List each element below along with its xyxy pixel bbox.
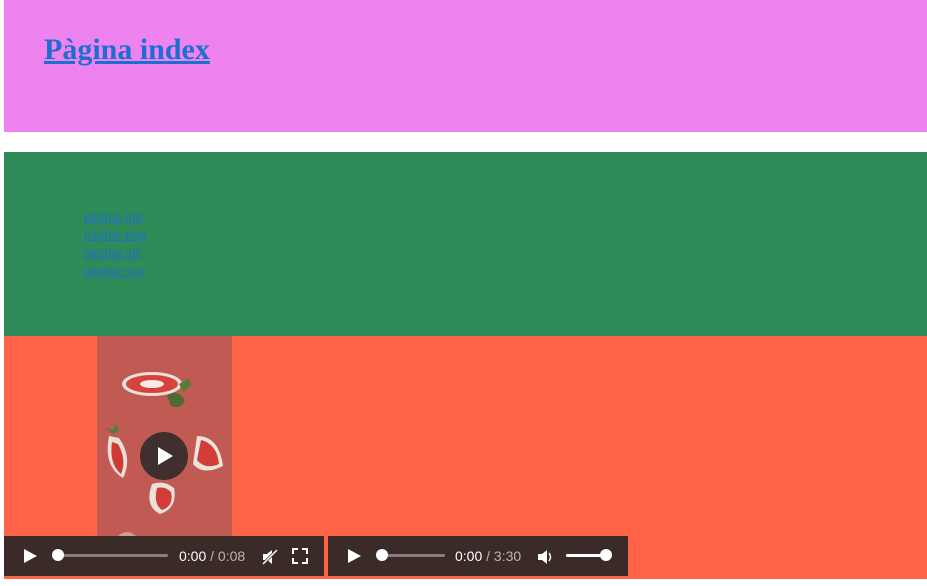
link-png-page[interactable]: pàgina png [84,228,146,243]
video-time: 0:00 / 0:08 [179,548,245,564]
audio-seek-bar[interactable] [376,549,445,561]
video-time-separator: / [210,548,215,564]
audio-duration: 3:30 [493,548,522,564]
video-play-overlay-button[interactable] [140,432,188,480]
page-title-link[interactable]: Pàgina index [44,33,210,67]
nav-item: pàgina png [84,227,146,245]
audio-time-separator: / [486,548,491,564]
link-svg-page[interactable]: pàgina svg [84,264,144,279]
video-play-button[interactable] [22,548,38,567]
media-section: 0:00 / 0:08 0:00 / 3:30 [4,336,927,579]
header: Pàgina index [4,0,927,132]
fullscreen-icon [292,548,308,564]
video-seek-thumb[interactable] [52,549,64,561]
video-duration: 0:08 [217,548,246,564]
video-mute-button[interactable] [261,548,279,569]
speaker-icon [538,550,552,564]
link-gif-page[interactable]: pàgina gif [84,246,140,261]
link-jpg-page[interactable]: pàgina jpg [84,210,143,225]
audio-play-button[interactable] [346,548,362,567]
play-icon [158,447,173,465]
nav-list: pàgina jpg pàgina png pàgina gif pàgina … [84,209,146,281]
nav-item: pàgina gif [84,245,146,263]
video-current-time: 0:00 [179,548,207,564]
navigation: pàgina jpg pàgina png pàgina gif pàgina … [4,152,927,336]
audio-time: 0:00 / 3:30 [455,548,521,564]
audio-current-time: 0:00 [455,548,483,564]
audio-player: 0:00 / 3:30 [328,536,628,576]
nav-item: pàgina jpg [84,209,146,227]
muted-speaker-icon [261,548,279,566]
audio-volume-thumb[interactable] [600,549,612,561]
video-controls: 0:00 / 0:08 [4,536,324,576]
audio-volume-slider[interactable] [566,549,612,561]
video-fullscreen-button[interactable] [292,548,308,567]
audio-volume-button[interactable] [536,548,554,569]
nav-item: pàgina svg [84,263,146,281]
audio-seek-thumb[interactable] [376,549,388,561]
play-icon [348,549,361,563]
video-seek-bar[interactable] [52,549,168,561]
play-icon [24,549,37,563]
